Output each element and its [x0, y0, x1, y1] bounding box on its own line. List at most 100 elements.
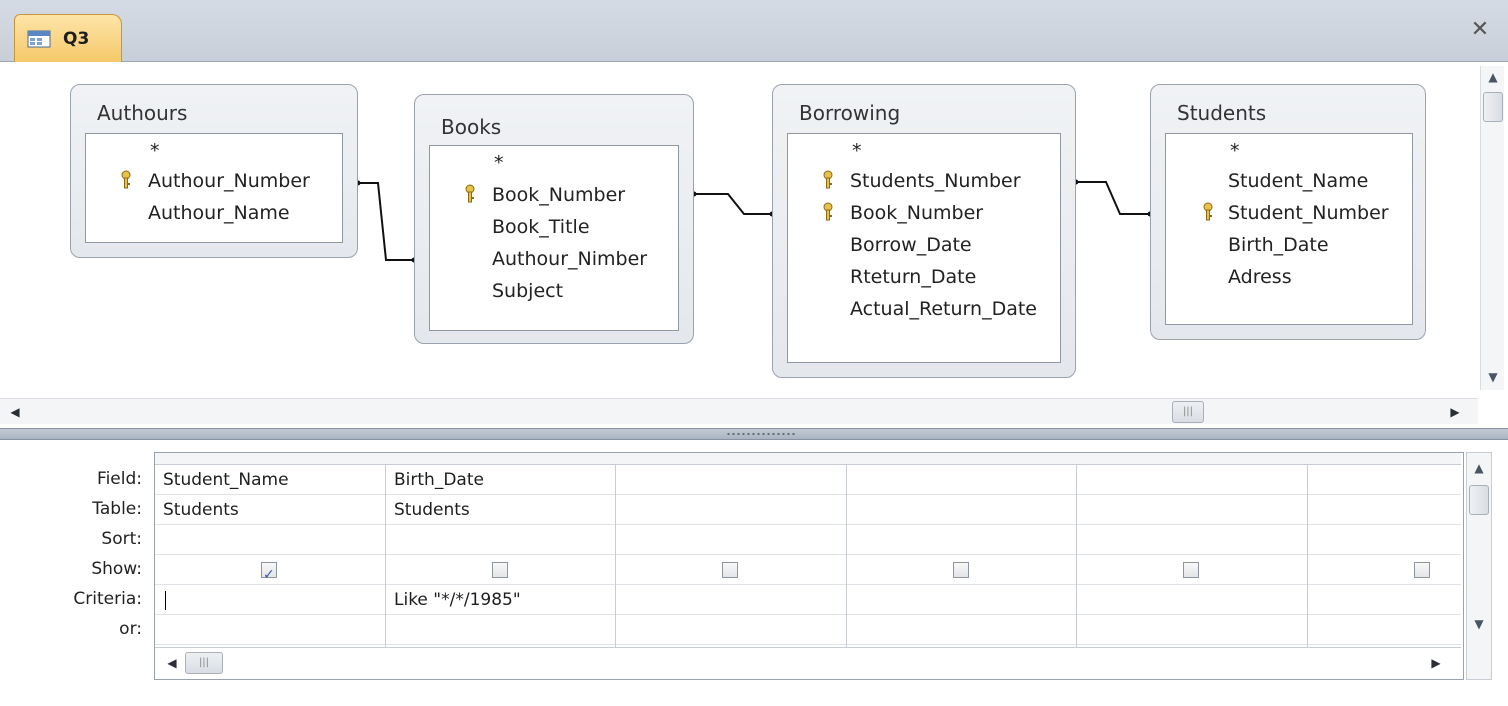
- show-checkbox[interactable]: [1183, 562, 1199, 578]
- field-item[interactable]: Authour_Nimber: [492, 248, 647, 270]
- sort-cell[interactable]: [616, 525, 846, 555]
- field-cell[interactable]: Student_Name: [155, 465, 385, 495]
- field-item[interactable]: Rteturn_Date: [850, 266, 976, 288]
- scroll-up-icon[interactable]: ▲: [1481, 66, 1505, 88]
- scroll-left-icon[interactable]: ◀: [4, 401, 26, 423]
- grid-column: [847, 465, 1077, 657]
- table-cell[interactable]: [616, 495, 846, 525]
- tab-query-q3[interactable]: Q3: [14, 14, 122, 62]
- table-authours[interactable]: Authours * Authour_Number Authour_Name: [70, 84, 358, 258]
- field-item[interactable]: Subject: [492, 280, 563, 302]
- field-item[interactable]: *: [852, 140, 862, 162]
- scroll-up-icon[interactable]: ▲: [1467, 457, 1491, 479]
- grid-vertical-scrollbar[interactable]: ▲ ▼: [1466, 452, 1492, 680]
- table-books[interactable]: Books * Book_Number Book_Title Authour_N…: [414, 94, 694, 344]
- or-cell[interactable]: [616, 615, 846, 645]
- field-item[interactable]: Adress: [1228, 266, 1292, 288]
- show-checkbox[interactable]: [261, 560, 277, 590]
- show-cell: [155, 555, 385, 590]
- field-item[interactable]: *: [150, 140, 160, 162]
- field-item[interactable]: *: [494, 152, 504, 174]
- scroll-right-icon[interactable]: ▶: [1444, 401, 1466, 423]
- table-title: Authours: [97, 101, 188, 125]
- scroll-thumb[interactable]: [1483, 92, 1503, 122]
- field-item[interactable]: Authour_Name: [148, 202, 290, 224]
- field-item[interactable]: Actual_Return_Date: [850, 298, 1037, 320]
- field-item[interactable]: Student_Name: [1228, 170, 1368, 192]
- design-vertical-scrollbar[interactable]: ▲ ▼: [1480, 66, 1504, 390]
- close-icon[interactable]: ✕: [1468, 18, 1492, 42]
- scroll-down-icon[interactable]: ▼: [1467, 613, 1491, 635]
- field-cell[interactable]: [616, 465, 846, 495]
- text-cursor: [165, 590, 166, 610]
- criteria-cell[interactable]: [1077, 585, 1307, 615]
- field-list[interactable]: * Authour_Number Authour_Name: [85, 133, 343, 243]
- criteria-cell[interactable]: [155, 585, 385, 615]
- field-item[interactable]: Authour_Number: [148, 170, 310, 192]
- grid-column: [1308, 465, 1461, 657]
- criteria-cell-value: Like "*/*/1985": [394, 590, 521, 610]
- splitter-grip-icon[interactable]: [726, 432, 796, 436]
- table-borrowing[interactable]: Borrowing * Students_Number Book_Number …: [772, 84, 1076, 378]
- field-list[interactable]: * Book_Number Book_Title Authour_Nimber …: [429, 145, 679, 331]
- scroll-thumb[interactable]: [1469, 485, 1489, 515]
- field-item[interactable]: Students_Number: [850, 170, 1021, 192]
- table-students[interactable]: Students * Student_Name Student_Number B…: [1150, 84, 1426, 340]
- sort-cell[interactable]: [155, 525, 385, 555]
- grid-horizontal-scrollbar[interactable]: ◀ ||| ▶: [155, 647, 1461, 677]
- sort-cell[interactable]: [1308, 525, 1461, 555]
- field-item[interactable]: Book_Title: [492, 216, 590, 238]
- sort-cell[interactable]: [847, 525, 1076, 555]
- show-checkbox[interactable]: [492, 562, 508, 578]
- sort-cell[interactable]: [386, 525, 615, 555]
- show-cell: [1308, 555, 1461, 585]
- field-item[interactable]: *: [1230, 140, 1240, 162]
- table-cell[interactable]: [1308, 495, 1461, 525]
- field-cell-value: Birth_Date: [394, 470, 484, 490]
- table-cell[interactable]: Students: [155, 495, 385, 525]
- field-list[interactable]: * Student_Name Student_Number Birth_Date…: [1165, 133, 1413, 325]
- or-cell[interactable]: [1077, 615, 1307, 645]
- scroll-thumb[interactable]: |||: [185, 652, 223, 674]
- grid-column: Birth_Date Students Like "*/*/1985": [386, 465, 616, 657]
- show-checkbox[interactable]: [1414, 562, 1430, 578]
- show-checkbox[interactable]: [722, 562, 738, 578]
- field-item[interactable]: Student_Number: [1228, 202, 1389, 224]
- criteria-cell[interactable]: Like "*/*/1985": [386, 585, 615, 615]
- show-cell: [386, 555, 615, 585]
- document-tab-strip: Q3 ✕: [0, 0, 1508, 62]
- scroll-down-icon[interactable]: ▼: [1481, 366, 1505, 388]
- field-item[interactable]: Book_Number: [850, 202, 983, 224]
- criteria-cell[interactable]: [847, 585, 1076, 615]
- criteria-cell[interactable]: [1308, 585, 1461, 615]
- scroll-right-icon[interactable]: ▶: [1425, 652, 1447, 674]
- design-horizontal-scrollbar[interactable]: ◀ ||| ▶: [0, 398, 1478, 424]
- sort-cell[interactable]: [1077, 525, 1307, 555]
- field-cell[interactable]: Birth_Date: [386, 465, 615, 495]
- or-cell[interactable]: [155, 615, 385, 645]
- field-cell[interactable]: [1308, 465, 1461, 495]
- primary-key-icon: [1202, 202, 1214, 222]
- table-title: Borrowing: [799, 101, 901, 125]
- show-checkbox[interactable]: [953, 562, 969, 578]
- table-cell[interactable]: [847, 495, 1076, 525]
- table-cell[interactable]: [1077, 495, 1307, 525]
- grid-column-selector-bar[interactable]: [155, 453, 1461, 465]
- or-cell[interactable]: [1308, 615, 1461, 645]
- row-label-or: or:: [119, 619, 142, 639]
- field-item[interactable]: Book_Number: [492, 184, 625, 206]
- field-item[interactable]: Birth_Date: [1228, 234, 1329, 256]
- or-cell[interactable]: [847, 615, 1076, 645]
- field-item[interactable]: Borrow_Date: [850, 234, 972, 256]
- pane-splitter[interactable]: [0, 428, 1508, 440]
- criteria-cell[interactable]: [616, 585, 846, 615]
- table-cell[interactable]: Students: [386, 495, 615, 525]
- or-cell[interactable]: [386, 615, 615, 645]
- field-cell[interactable]: [847, 465, 1076, 495]
- query-design-pane: Authours * Authour_Number Authour_Name B…: [0, 62, 1508, 428]
- field-list[interactable]: * Students_Number Book_Number Borrow_Dat…: [787, 133, 1061, 363]
- scroll-thumb[interactable]: |||: [1172, 401, 1204, 423]
- primary-key-icon: [822, 170, 834, 190]
- field-cell[interactable]: [1077, 465, 1307, 495]
- scroll-left-icon[interactable]: ◀: [161, 652, 183, 674]
